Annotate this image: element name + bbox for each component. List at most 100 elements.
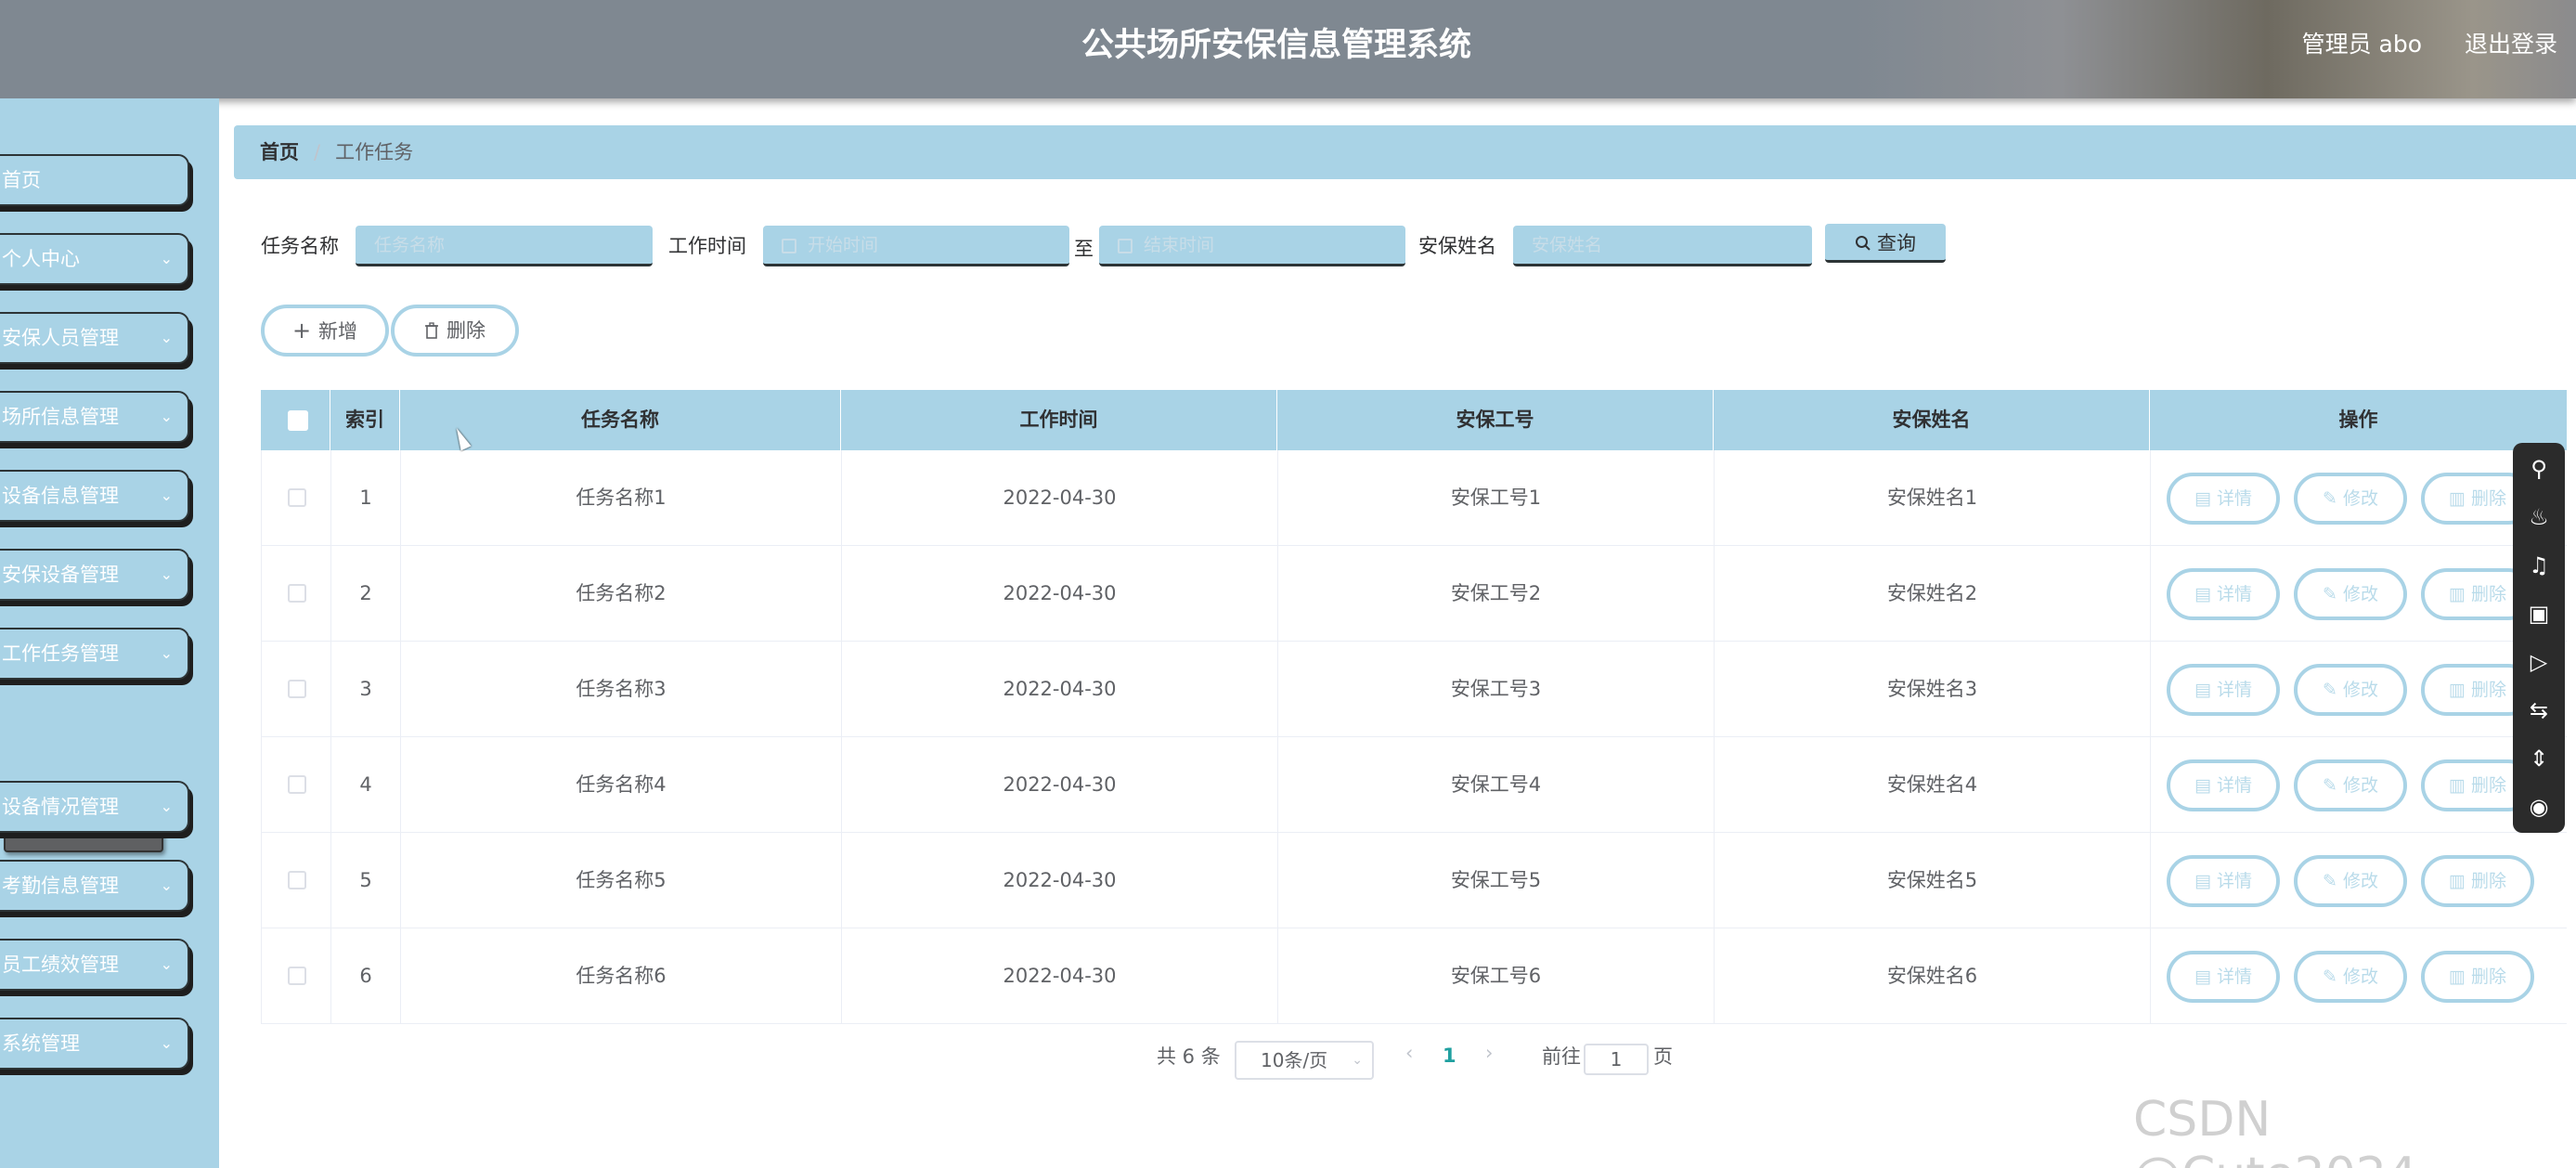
chevron-down-icon: ⌄ (160, 408, 173, 425)
row-actions: ▤ 详情 ✎ 修改 ▥ 删除 (2151, 642, 2568, 737)
swap-icon[interactable]: ⇆ (2513, 686, 2565, 734)
chevron-down-icon: ⌄ (160, 1034, 173, 1052)
camera-icon[interactable]: ◉ (2513, 783, 2565, 831)
trash-icon: ▥ (2448, 871, 2471, 891)
edit-button[interactable]: ✎ 修改 (2294, 759, 2407, 811)
document-icon: ▤ (2194, 488, 2217, 509)
detail-button[interactable]: ▤ 详情 (2167, 951, 2280, 1003)
row-checkbox[interactable] (288, 871, 306, 889)
guard-name-input[interactable]: 安保姓名 (1513, 226, 1812, 266)
edit-button[interactable]: ✎ 修改 (2294, 473, 2407, 525)
row-select-cell (262, 737, 331, 833)
calendar-icon (1118, 238, 1133, 253)
page-size-value: 10条/页 (1261, 1049, 1328, 1071)
sidebar-item-device-info[interactable]: 设备信息管理 ⌄ (0, 470, 189, 522)
sidebar-item-label: 首页 (2, 169, 41, 191)
row-actions: ▤ 详情 ✎ 修改 ▥ 删除 (2151, 833, 2568, 928)
sidebar-item-guard-management[interactable]: 安保人员管理 ⌄ (0, 312, 189, 364)
sidebar-item-work-task-management[interactable]: 工作任务管理 ⌄ (0, 628, 189, 680)
edit-button[interactable]: ✎ 修改 (2294, 568, 2407, 620)
logout-link[interactable]: 退出登录 (2465, 26, 2557, 59)
detail-button[interactable]: ▤ 详情 (2167, 568, 2280, 620)
page-size-select[interactable]: 10条/页 ⌄ (1235, 1041, 1374, 1080)
sidebar-item-label: 员工绩效管理 (2, 954, 119, 976)
breadcrumb-home[interactable]: 首页 (260, 141, 299, 163)
delete-button[interactable]: ▥ 删除 (2421, 951, 2534, 1003)
detail-button-label: 详情 (2216, 584, 2252, 604)
play-icon[interactable]: ▷ (2513, 638, 2565, 686)
table-row: 5 任务名称5 2022-04-30 安保工号5 安保姓名5 ▤ 详情 ✎ 修改 ▥ 删除 (261, 833, 2567, 928)
compress-icon[interactable]: ⇕ (2513, 734, 2565, 783)
detail-button-label: 详情 (2216, 967, 2252, 987)
start-time-input[interactable]: 开始时间 (763, 226, 1069, 266)
task-name-input[interactable]: 任务名称 (356, 226, 653, 266)
chevron-down-icon: ⌄ (160, 876, 173, 894)
sidebar-item-performance[interactable]: 员工绩效管理 ⌄ (0, 939, 189, 991)
breadcrumb-current: 工作任务 (335, 141, 414, 163)
sidebar-item-label: 考勤信息管理 (2, 875, 119, 897)
delete-button-label: 删除 (2470, 871, 2506, 891)
fire-icon[interactable]: ♨ (2513, 493, 2565, 541)
edit-button[interactable]: ✎ 修改 (2294, 664, 2407, 716)
cell-index: 4 (331, 737, 401, 833)
calendar-icon (782, 238, 796, 253)
row-checkbox[interactable] (288, 967, 306, 985)
cell-guard-id: 安保工号6 (1278, 928, 1715, 1024)
col-guard-id: 安保工号 (1277, 390, 1714, 450)
sidebar-item-venue-management[interactable]: 场所信息管理 ⌄ (0, 391, 189, 443)
detail-button[interactable]: ▤ 详情 (2167, 855, 2280, 907)
edit-button[interactable]: ✎ 修改 (2294, 855, 2407, 907)
delete-button-label: 删除 (2470, 775, 2506, 796)
current-page[interactable]: 1 (1443, 1045, 1456, 1067)
row-checkbox[interactable] (288, 488, 306, 507)
prev-page-icon[interactable]: ‹ (1405, 1042, 1413, 1064)
plus-icon: + (291, 318, 312, 344)
add-button[interactable]: + 新增 (261, 305, 389, 357)
detail-button[interactable]: ▤ 详情 (2167, 759, 2280, 811)
col-guard-name: 安保姓名 (1714, 390, 2150, 450)
video-icon[interactable]: ▣ (2513, 590, 2565, 638)
detail-button-label: 详情 (2216, 775, 2252, 796)
select-all-checkbox[interactable] (288, 410, 308, 431)
cell-guard-name: 安保姓名3 (1715, 642, 2151, 737)
cell-guard-id: 安保工号3 (1278, 642, 1715, 737)
query-button-label: 查询 (1877, 232, 1916, 254)
detail-button-label: 详情 (2216, 680, 2252, 700)
detail-button[interactable]: ▤ 详情 (2167, 664, 2280, 716)
batch-delete-button[interactable]: 删除 (391, 305, 519, 357)
delete-button-label: 删除 (2470, 488, 2506, 509)
table-row: 2 任务名称2 2022-04-30 安保工号2 安保姓名2 ▤ 详情 ✎ 修改 ▥ 删除 (261, 546, 2567, 642)
end-time-placeholder: 结束时间 (1144, 235, 1215, 255)
detail-button[interactable]: ▤ 详情 (2167, 473, 2280, 525)
document-icon: ▤ (2194, 871, 2217, 891)
edit-button-label: 修改 (2342, 967, 2378, 987)
music-icon[interactable]: ♫ (2513, 541, 2565, 590)
sidebar-item-personal-center[interactable]: 个人中心 ⌄ (0, 233, 189, 285)
goto-page-input[interactable]: 1 (1584, 1044, 1649, 1075)
task-name-placeholder: 任务名称 (374, 235, 446, 255)
delete-button[interactable]: ▥ 删除 (2421, 855, 2534, 907)
chevron-down-icon: ⌄ (160, 250, 173, 267)
sidebar-item-device-status[interactable]: 设备情况管理 ⌄ (0, 781, 189, 833)
next-page-icon[interactable]: › (1485, 1042, 1493, 1064)
sidebar-item-attendance[interactable]: 考勤信息管理 ⌄ (0, 860, 189, 912)
sidebar-item-security-device[interactable]: 安保设备管理 ⌄ (0, 549, 189, 601)
delete-button-label: 删除 (2470, 584, 2506, 604)
end-time-input[interactable]: 结束时间 (1099, 226, 1405, 266)
detail-button-label: 详情 (2216, 871, 2252, 891)
sidebar-item-system[interactable]: 系统管理 ⌄ (0, 1018, 189, 1070)
search-icon[interactable]: ⚲ (2513, 445, 2565, 493)
sidebar-item-label: 个人中心 (2, 248, 80, 270)
cell-task-name: 任务名称2 (401, 546, 842, 642)
query-button[interactable]: 查询 (1825, 224, 1946, 263)
start-time-placeholder: 开始时间 (808, 235, 879, 255)
sidebar-item-home[interactable]: 首页 (0, 154, 189, 206)
chevron-down-icon: ⌄ (160, 487, 173, 504)
row-checkbox[interactable] (288, 584, 306, 603)
edit-button[interactable]: ✎ 修改 (2294, 951, 2407, 1003)
pagination-total: 共 6 条 (1157, 1045, 1221, 1068)
cell-index: 1 (331, 450, 401, 546)
row-checkbox[interactable] (288, 680, 306, 698)
cell-guard-id: 安保工号1 (1278, 450, 1715, 546)
row-checkbox[interactable] (288, 775, 306, 794)
